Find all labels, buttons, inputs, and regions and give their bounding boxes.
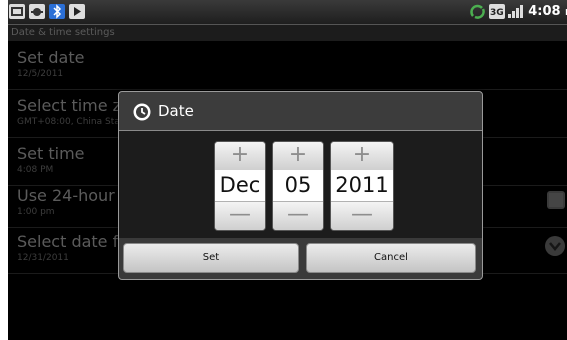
play-store-icon [69, 4, 85, 19]
set-button[interactable]: Set [123, 243, 299, 273]
day-picker: + 05 — [272, 141, 324, 231]
clock-time: 4:08 [528, 4, 561, 19]
day-value[interactable]: 05 [273, 170, 323, 201]
date-picker: + Dec — + 05 — + 2011 — [119, 131, 482, 238]
dialog-title-bar: Date [119, 92, 482, 131]
year-picker: + 2011 — [330, 141, 394, 231]
year-value[interactable]: 2011 [331, 170, 393, 201]
day-decrement-button[interactable]: — [273, 201, 323, 230]
date-dialog: Date + Dec — + 05 — + 2011 — Set Cancel [118, 91, 483, 280]
month-decrement-button[interactable]: — [215, 201, 265, 230]
signal-icon [507, 4, 523, 19]
bluetooth-icon [49, 4, 65, 19]
status-bar: 3G 4:08 P [8, 0, 567, 25]
month-increment-button[interactable]: + [215, 142, 265, 171]
clock-icon [132, 102, 152, 126]
year-increment-button[interactable]: + [331, 142, 393, 171]
cancel-button[interactable]: Cancel [306, 243, 476, 273]
media-icon [9, 4, 25, 19]
clock: 4:08 P [528, 4, 567, 19]
month-picker: + Dec — [214, 141, 266, 231]
usb-debug-icon [29, 4, 45, 19]
month-value[interactable]: Dec [215, 170, 265, 201]
screen: 3G 4:08 P Date & time settings Set date … [8, 0, 567, 340]
year-decrement-button[interactable]: — [331, 201, 393, 230]
3g-icon: 3G [489, 4, 505, 19]
dialog-title: Date [158, 102, 194, 120]
svg-text:3G: 3G [490, 8, 504, 18]
day-increment-button[interactable]: + [273, 142, 323, 171]
sync-icon [470, 4, 486, 19]
dialog-button-bar: Set Cancel [119, 238, 482, 279]
